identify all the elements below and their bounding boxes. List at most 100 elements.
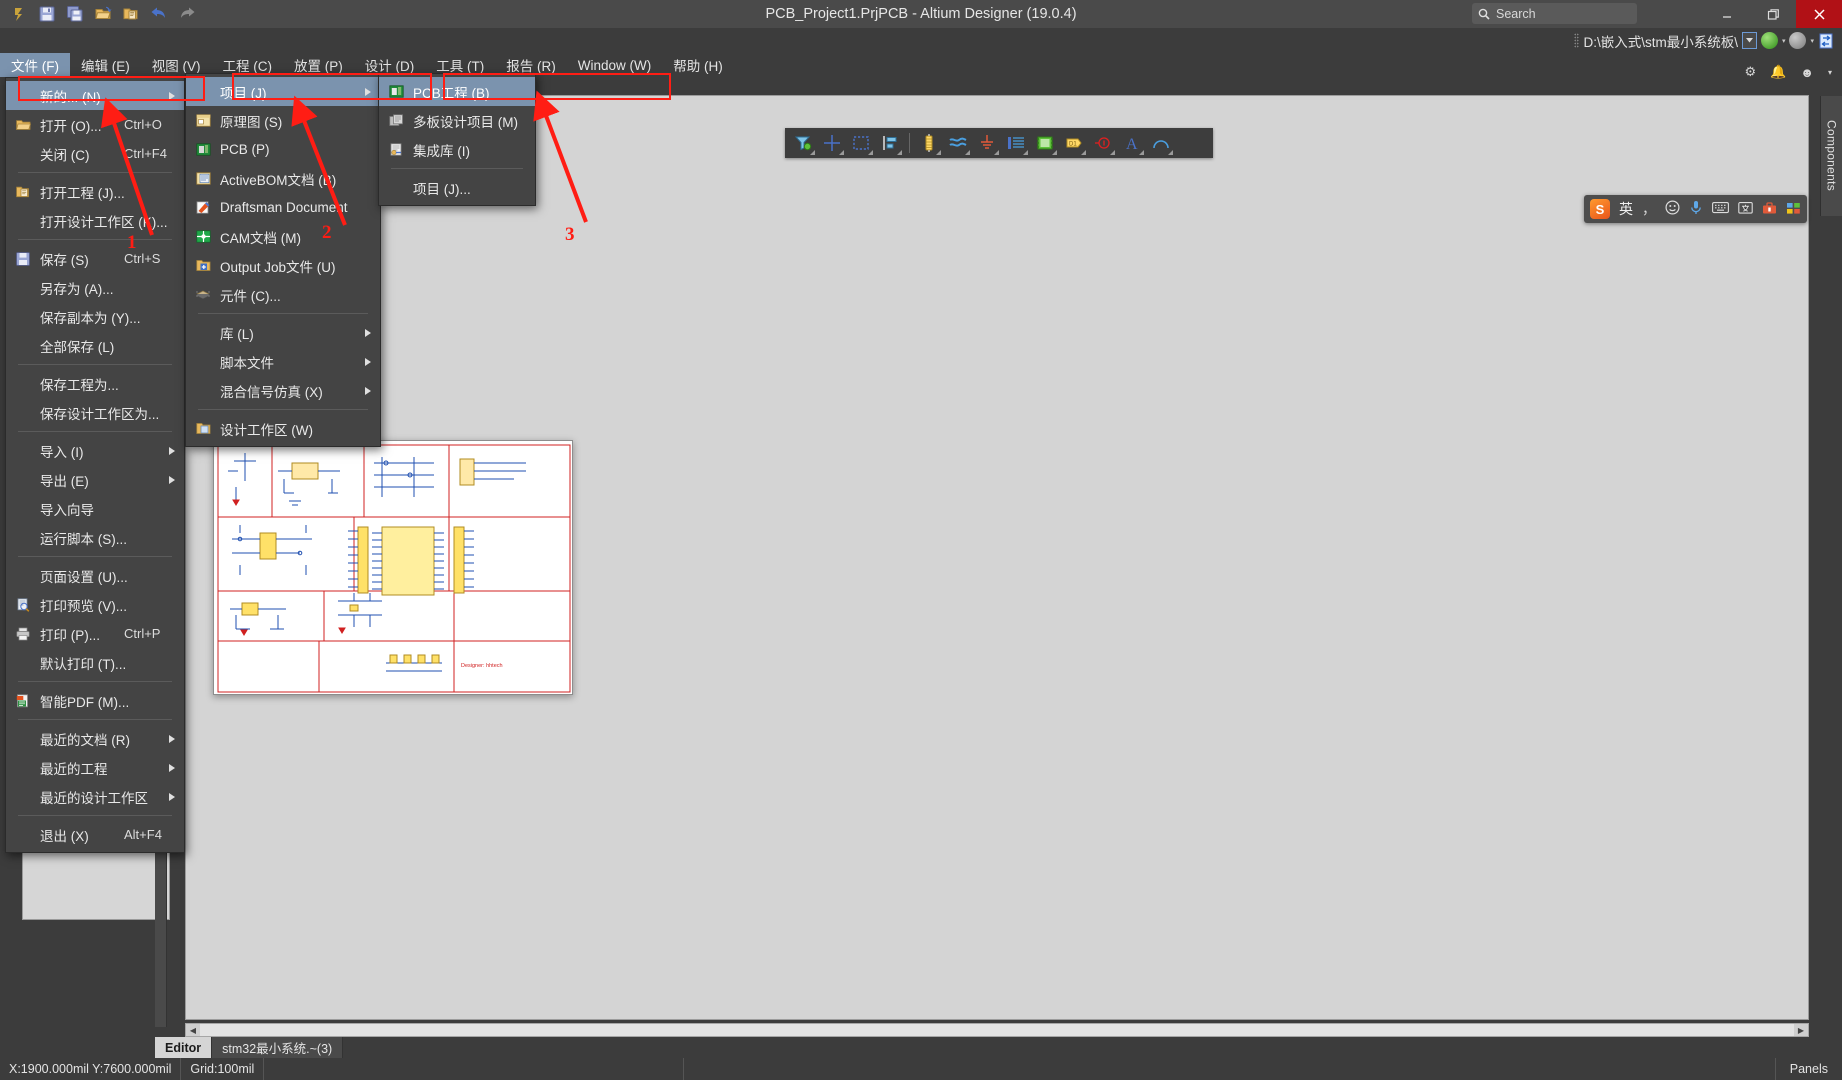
path-navigation-bar: D:\嵌入式\stm最小系统板\ ▾ ▾ <box>0 28 1842 53</box>
components-panel-tab[interactable]: Components <box>1820 96 1842 216</box>
menu-item-new-library[interactable]: 库 (L) <box>186 318 380 347</box>
settings-gear-icon[interactable]: ⚙ <box>1744 64 1756 80</box>
save-all-icon[interactable] <box>62 2 88 26</box>
menu-item-new-script[interactable]: 脚本文件 <box>186 347 380 376</box>
minimize-button[interactable] <box>1704 0 1750 28</box>
menu-item-run-script[interactable]: 运行脚本 (S)... <box>6 523 184 552</box>
menu-item-new-project[interactable]: 项目 (J) <box>186 77 380 106</box>
menu-item-page-setup[interactable]: 页面设置 (U)... <box>6 561 184 590</box>
menu-item-open-workspace[interactable]: 打开设计工作区 (K)... <box>6 206 184 235</box>
menu-item-print-preview[interactable]: 打印预览 (V)... <box>6 590 184 619</box>
rectangle-select-icon[interactable] <box>848 130 874 156</box>
menu-item-new-cam[interactable]: CAM文档 (M) <box>186 222 380 251</box>
search-input[interactable]: Search <box>1472 3 1637 24</box>
crosshair-place-icon[interactable] <box>819 130 845 156</box>
menubar-item-edit[interactable]: 编辑 (E) <box>70 53 141 77</box>
current-path-label[interactable]: D:\嵌入式\stm最小系统板\ <box>1583 31 1738 51</box>
menu-item-new-component[interactable]: 元件 (C)... <box>186 280 380 309</box>
open-project-icon[interactable] <box>118 2 144 26</box>
resistor-place-icon[interactable] <box>916 130 942 156</box>
menu-item-recent-documents[interactable]: 最近的文档 (R) <box>6 724 184 753</box>
menu-item-export[interactable]: 导出 (E) <box>6 465 184 494</box>
no-erc-icon[interactable] <box>1090 130 1116 156</box>
menu-item-integrated-library[interactable]: 集成库 (I) <box>379 135 535 164</box>
ime-logo-icon[interactable]: S <box>1590 199 1610 219</box>
ime-translate-icon[interactable] <box>1738 201 1753 218</box>
schematic-preview-thumbnail[interactable]: Designer: hhtech <box>213 440 573 695</box>
menu-item-import[interactable]: 导入 (I) <box>6 436 184 465</box>
ime-punctuation-icon[interactable]: ， <box>1642 199 1656 219</box>
panels-button[interactable]: Panels <box>1774 1058 1842 1080</box>
menu-item-print[interactable]: 打印 (P)... Ctrl+P <box>6 619 184 648</box>
menu-item-recent-projects[interactable]: 最近的工程 <box>6 753 184 782</box>
ime-apps-icon[interactable] <box>1786 201 1801 218</box>
menubar-item-help[interactable]: 帮助 (H) <box>662 53 734 77</box>
horizontal-scrollbar[interactable]: ◀ ▶ <box>185 1023 1809 1037</box>
menu-item-new-pcb[interactable]: PCB (P) <box>186 135 380 164</box>
menu-item-save-project-as[interactable]: 保存工程为... <box>6 369 184 398</box>
menu-item-recent-workspaces[interactable]: 最近的设计工作区 <box>6 782 184 811</box>
menu-item-open-label: 打开 (O)... <box>40 118 102 134</box>
scrollbar-track[interactable] <box>200 1024 1794 1036</box>
tab-stm32-schematic[interactable]: stm32最小系统.~(3) <box>212 1037 344 1058</box>
sheet-symbol-icon[interactable] <box>1032 130 1058 156</box>
scroll-right-arrow-icon[interactable]: ▶ <box>1794 1024 1808 1036</box>
menu-item-new-activebom[interactable]: ActiveBOM文档 (B) <box>186 164 380 193</box>
tab-editor[interactable]: Editor <box>155 1037 213 1058</box>
altium-logo-icon[interactable] <box>6 2 32 26</box>
account-icon[interactable]: ☻ <box>1800 65 1814 80</box>
menu-item-exit[interactable]: 退出 (X) Alt+F4 <box>6 820 184 849</box>
notifications-bell-icon[interactable]: 🔔 <box>1770 64 1786 80</box>
ime-emoji-icon[interactable] <box>1665 200 1680 218</box>
menu-item-close[interactable]: 关闭 (C) Ctrl+F4 <box>6 139 184 168</box>
bus-place-icon[interactable] <box>1003 130 1029 156</box>
text-string-icon[interactable]: A <box>1119 130 1145 156</box>
menu-item-project-dialog[interactable]: 项目 (J)... <box>379 173 535 202</box>
ime-mode-label[interactable]: 英 <box>1619 199 1633 219</box>
menu-item-pcb-project[interactable]: PCB工程 (B) <box>379 77 535 106</box>
wire-place-icon[interactable] <box>945 130 971 156</box>
submenu-arrow-icon <box>169 792 175 801</box>
menubar-item-window[interactable]: Window (W) <box>567 53 663 77</box>
undo-icon[interactable] <box>146 2 172 26</box>
net-label-filter-icon[interactable] <box>790 130 816 156</box>
menu-item-smart-pdf[interactable]: 智能PDF (M)... <box>6 686 184 715</box>
forward-history-caret-icon[interactable]: ▾ <box>1810 37 1814 45</box>
menu-item-new-draftsman[interactable]: Draftsman Document <box>186 193 380 222</box>
toolbar-grip[interactable] <box>1574 33 1580 48</box>
menu-item-new-schematic[interactable]: 原理图 (S) <box>186 106 380 135</box>
menu-item-new-workspace[interactable]: 设计工作区 (W) <box>186 414 380 443</box>
back-history-caret-icon[interactable]: ▾ <box>1782 37 1786 45</box>
menu-item-default-print[interactable]: 默认打印 (T)... <box>6 648 184 677</box>
menu-item-import-wizard[interactable]: 导入向导 <box>6 494 184 523</box>
scroll-left-arrow-icon[interactable]: ◀ <box>186 1024 200 1036</box>
open-icon[interactable] <box>90 2 116 26</box>
gnd-power-port-icon[interactable] <box>974 130 1000 156</box>
ime-voice-icon[interactable] <box>1689 200 1703 218</box>
menu-item-new-mixed-sim[interactable]: 混合信号仿真 (X) <box>186 376 380 405</box>
account-caret-icon[interactable]: ▾ <box>1828 68 1832 77</box>
menu-item-save-all[interactable]: 全部保存 (L) <box>6 331 184 360</box>
path-dropdown-button[interactable] <box>1741 32 1757 49</box>
align-icon[interactable] <box>877 130 903 156</box>
menu-item-open[interactable]: 打开 (O)... Ctrl+O <box>6 110 184 139</box>
arc-place-icon[interactable] <box>1148 130 1174 156</box>
menubar-item-file[interactable]: 文件 (F) <box>0 53 70 77</box>
ime-keyboard-icon[interactable] <box>1712 201 1729 217</box>
port-place-icon[interactable]: D1 <box>1061 130 1087 156</box>
refresh-icon[interactable] <box>1818 33 1834 49</box>
menu-item-save[interactable]: 保存 (S) Ctrl+S <box>6 244 184 273</box>
menu-item-save-copy-as[interactable]: 保存副本为 (Y)... <box>6 302 184 331</box>
ime-toolbox-icon[interactable] <box>1762 201 1777 218</box>
menu-item-save-workspace-as[interactable]: 保存设计工作区为... <box>6 398 184 427</box>
menu-item-open-project[interactable]: 打开工程 (J)... <box>6 177 184 206</box>
close-button[interactable] <box>1796 0 1842 28</box>
menu-item-save-as[interactable]: 另存为 (A)... <box>6 273 184 302</box>
menu-item-new[interactable]: 新的... (N) <box>6 81 184 110</box>
restore-button[interactable] <box>1750 0 1796 28</box>
navigate-forward-button[interactable] <box>1789 32 1807 49</box>
menu-item-new-outputjob[interactable]: Output Job文件 (U) <box>186 251 380 280</box>
save-icon[interactable] <box>34 2 60 26</box>
navigate-back-button[interactable] <box>1760 32 1778 49</box>
menu-item-multiboard-project[interactable]: 多板设计项目 (M) <box>379 106 535 135</box>
